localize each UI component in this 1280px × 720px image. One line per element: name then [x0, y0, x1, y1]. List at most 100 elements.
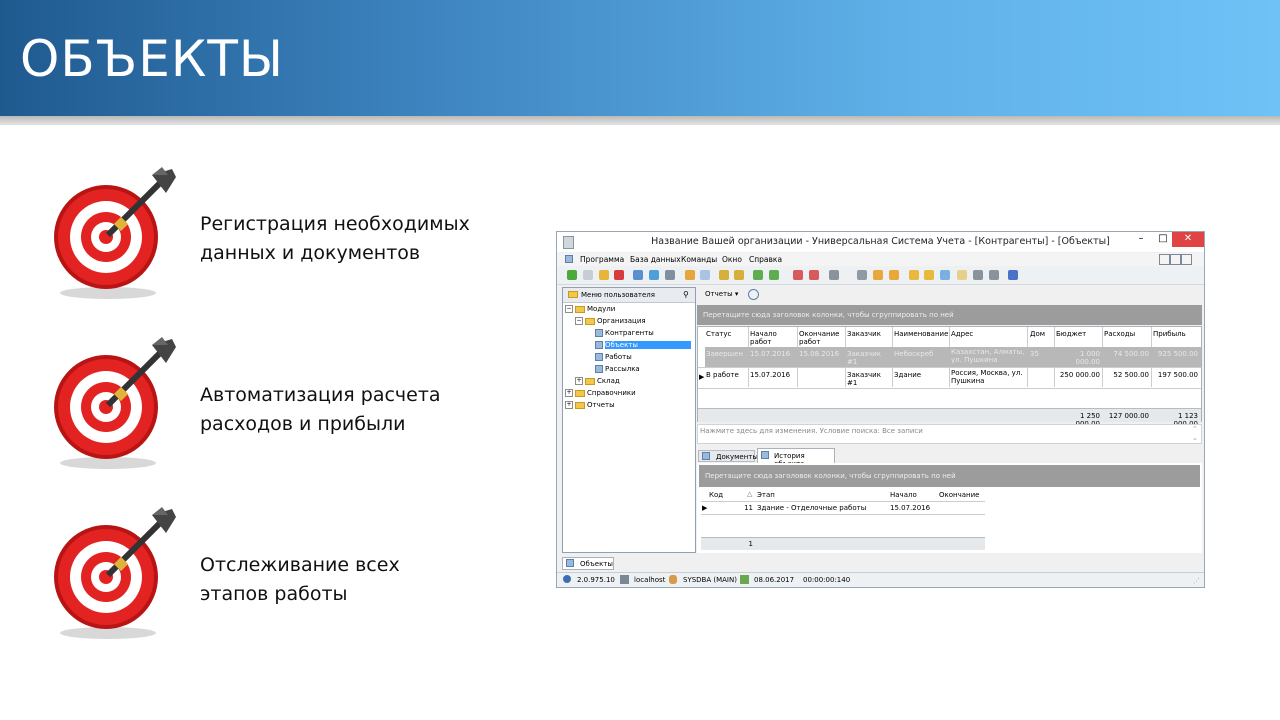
edit-doc-icon[interactable] [889, 270, 899, 280]
tree-node-objects[interactable]: Объекты [595, 341, 693, 349]
export-icon[interactable] [793, 270, 803, 280]
tab-label: Объекты [580, 560, 613, 568]
window-title: Название Вашей организации - Универсальн… [651, 236, 1110, 247]
column-header[interactable]: Дом [1030, 330, 1052, 338]
menu-program[interactable]: Программа [580, 255, 624, 264]
search-icon[interactable] [633, 270, 643, 280]
tab-documents[interactable]: Документы [698, 450, 758, 462]
column-header[interactable]: Прибыль [1153, 330, 1197, 338]
filter-bar[interactable]: Нажмите здесь для изменения. Условие пои… [697, 424, 1202, 444]
lock-icon[interactable] [909, 270, 919, 280]
tree-node-contractors[interactable]: Контрагенты [595, 329, 654, 337]
minimize-icon[interactable]: – [1133, 232, 1149, 247]
cell-name: Здание [894, 371, 922, 379]
table-row[interactable]: ▶ В работе 15.07.2016 Заказчик #1 Здание… [698, 367, 1201, 389]
mail-icon[interactable] [940, 270, 950, 280]
column-header[interactable]: Наименование [894, 330, 948, 338]
column-header[interactable]: Окончание [939, 491, 983, 499]
tree-node-organization[interactable]: − Организация [575, 317, 646, 325]
column-header[interactable]: Начало работ [750, 330, 790, 346]
tree-label: Отчеты [587, 401, 615, 409]
copy-icon[interactable] [583, 270, 593, 280]
tree-node-warehouse[interactable]: + Склад [575, 377, 620, 385]
tab-label: Документы [716, 453, 758, 461]
cell-status: В работе [706, 371, 739, 379]
mdi-restore-icon[interactable] [1170, 254, 1181, 265]
menu-database[interactable]: База данных [630, 255, 681, 264]
bullet-2: Автоматизация расчета расходов и прибыли [40, 335, 520, 475]
bullet-3: Отслеживание всех этапов работы [40, 505, 520, 645]
cell-address: Россия, Москва, ул. Пушкина [951, 369, 1023, 385]
print-preview-icon[interactable] [829, 270, 839, 280]
tools-icon[interactable] [857, 270, 867, 280]
tree-node-modules[interactable]: − Модули [565, 305, 615, 313]
bullet-line: Автоматизация расчета [200, 384, 441, 406]
user-menu-header: Меню пользователя ⚲ [563, 288, 695, 303]
media-icon[interactable] [989, 270, 999, 280]
column-header[interactable]: Заказчик [847, 330, 891, 338]
menu-commands[interactable]: Команды [681, 255, 717, 264]
close-icon[interactable]: ✕ [1172, 232, 1204, 247]
menu-help[interactable]: Справка [749, 255, 782, 264]
find-next-icon[interactable] [649, 270, 659, 280]
edit-icon[interactable] [599, 270, 609, 280]
scroll-up-icon[interactable]: ⌃ [1192, 425, 1198, 433]
column-header[interactable]: Статус [706, 330, 746, 338]
import-icon[interactable] [769, 270, 779, 280]
column-header[interactable]: Этап [757, 491, 817, 499]
mdi-close-icon[interactable] [1181, 254, 1192, 265]
column-header[interactable]: Адрес [951, 330, 1021, 338]
column-header[interactable]: Начало [890, 491, 934, 499]
window-icon[interactable] [809, 270, 819, 280]
objects-view: Отчеты ▾ Перетащите сюда заголовок колон… [697, 287, 1202, 553]
mdi-minimize-icon[interactable] [1159, 254, 1170, 265]
add-icon[interactable] [567, 270, 577, 280]
printer-icon[interactable] [973, 270, 983, 280]
tree-node-reports[interactable]: + Отчеты [565, 401, 615, 409]
flag-icon[interactable] [719, 270, 729, 280]
filter-icon[interactable] [665, 270, 675, 280]
menu-window[interactable]: Окно [722, 255, 742, 264]
resize-grip-icon[interactable]: ⋰ [1193, 577, 1200, 585]
comment-icon[interactable] [700, 270, 710, 280]
history-grid: Код △ Этап Начало Окончание ▶ 11 Здание … [701, 489, 987, 550]
tab-objects[interactable]: Объекты [562, 557, 614, 570]
info-icon[interactable] [1008, 270, 1018, 280]
bullet-line: Отслеживание всех [200, 554, 400, 576]
column-header[interactable]: Расходы [1104, 330, 1148, 338]
tree-node-mailing[interactable]: Рассылка [595, 365, 640, 373]
pin-icon[interactable]: ⚲ [683, 290, 689, 299]
flag-alt-icon[interactable] [734, 270, 744, 280]
clock-icon[interactable] [748, 289, 759, 300]
tree-node-references[interactable]: + Справочники [565, 389, 636, 397]
tab-object-history[interactable]: История объекта [757, 448, 835, 468]
history-group-panel[interactable]: Перетащите сюда заголовок колонки, чтобы… [699, 465, 1200, 487]
cell-expenses: 74 500.00 [1113, 350, 1149, 358]
refresh-icon[interactable] [753, 270, 763, 280]
reports-dropdown[interactable]: Отчеты ▾ [705, 290, 738, 298]
tree-label: Организация [597, 317, 646, 325]
scroll-down-icon[interactable]: ⌄ [1192, 434, 1198, 442]
column-header[interactable]: Код [709, 491, 739, 499]
target-icon [54, 337, 176, 469]
column-header[interactable]: Окончание работ [799, 330, 843, 346]
calendar-icon[interactable] [957, 270, 967, 280]
group-panel[interactable]: Перетащите сюда заголовок колонки, чтобы… [697, 305, 1202, 325]
cell-budget: 250 000.00 [1059, 371, 1100, 379]
chart-icon[interactable] [685, 270, 695, 280]
row-indicator-icon: ▶ [702, 504, 708, 512]
column-header[interactable]: Бюджет [1056, 330, 1100, 338]
maximize-icon[interactable]: □ [1155, 232, 1171, 247]
window-titlebar: Название Вашей организации - Универсальн… [557, 232, 1204, 252]
cell-budget: 1 000 000.00 [1075, 350, 1101, 366]
table-row[interactable]: Завершен 15.07.2016 15.08.2016 Заказчик … [705, 347, 1201, 367]
folder-icon [568, 291, 578, 298]
delete-icon[interactable] [614, 270, 624, 280]
tree-label: Склад [597, 377, 620, 385]
status-host: localhost [634, 576, 666, 584]
table-row[interactable]: ▶ 11 Здание - Отделочные работы 15.07.20… [701, 501, 985, 515]
tree-node-works[interactable]: Работы [595, 353, 632, 361]
folder-icon [575, 401, 585, 409]
users-icon[interactable] [924, 270, 934, 280]
wand-icon[interactable] [873, 270, 883, 280]
